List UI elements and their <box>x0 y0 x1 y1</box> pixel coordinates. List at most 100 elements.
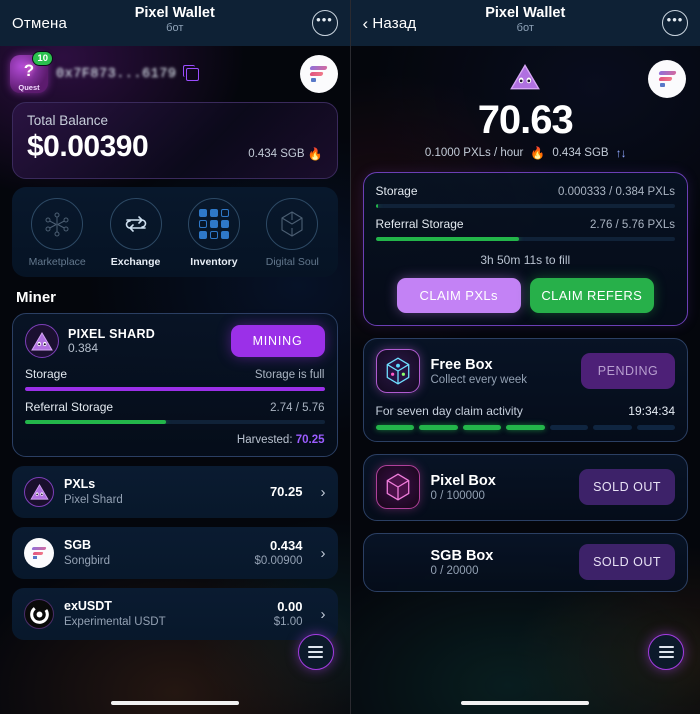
songbird-icon <box>24 538 54 568</box>
activity-timer: 19:34:34 <box>628 404 675 418</box>
telegram-header-right: ‹ Назад Pixel Wallet бот ••• <box>350 0 700 46</box>
back-label: Назад <box>372 14 417 32</box>
claim-refers-button[interactable]: CLAIM REFERS <box>529 278 654 313</box>
avatar[interactable] <box>299 55 338 93</box>
miner-section-title: Miner <box>16 289 57 306</box>
box-subtitle: 0 / 20000 <box>430 564 479 577</box>
pixel-box-icon <box>375 465 420 509</box>
pixel-box-status-button[interactable]: SOLD OUT <box>579 469 675 505</box>
chevron-right-icon[interactable]: › <box>321 545 326 562</box>
activity-label: For seven day claim activity <box>375 404 523 418</box>
token-name: Songbird <box>64 554 111 567</box>
box-title: Free Box <box>430 356 493 373</box>
wallet-address[interactable]: 0x7F873...6179 <box>56 67 176 82</box>
copy-icon[interactable] <box>183 64 200 81</box>
harvested-label: Harvested: <box>236 434 293 446</box>
referral-storage-label: Referral Storage <box>25 400 114 414</box>
referral-storage-value: 2.76 / 5.76 PXLs <box>589 219 675 231</box>
harvested-row: Harvested: 70.25 <box>25 434 325 446</box>
storage-progress-fill <box>25 387 325 391</box>
claim-pxls-button[interactable]: CLAIM PXLs <box>396 278 521 313</box>
token-name: Experimental USDT <box>64 615 166 628</box>
free-box-card: Free Box Collect every week PENDING For … <box>362 338 688 442</box>
seven-day-activity-strip <box>375 425 675 430</box>
action-digital-soul[interactable]: Digital Soul <box>257 198 327 268</box>
storage-label: Storage <box>25 367 68 381</box>
hamburger-menu-icon[interactable] <box>297 634 334 670</box>
token-fiat: $1.00 <box>273 615 303 628</box>
storage-panel: Storage 0.000333 / 0.384 PXLs Referral S… <box>362 172 688 326</box>
day-segment <box>506 425 545 430</box>
storage-progress-fill <box>375 204 379 208</box>
pixel-shard-icon <box>24 477 54 507</box>
referral-storage-value: 2.74 / 5.76 <box>270 402 325 414</box>
harvested-value: 70.25 <box>295 434 325 446</box>
sgb-box-card: SGB Box 0 / 20000 SOLD OUT <box>362 533 688 592</box>
back-button[interactable]: ‹ Назад <box>363 15 417 32</box>
flame-icon: 🔥 <box>530 146 546 160</box>
token-symbol: exUSDT <box>64 599 112 613</box>
referral-progress-bar <box>375 237 675 241</box>
flame-icon: 🔥 <box>307 147 323 161</box>
balance-amount: $0.00390 <box>27 130 149 163</box>
quest-label: Quest <box>18 83 40 92</box>
mining-button[interactable]: MINING <box>230 325 325 357</box>
token-row-pxls[interactable]: PXLs Pixel Shard 70.25 › <box>12 466 338 518</box>
balance-sgb-value: 0.434 SGB <box>248 148 305 160</box>
action-marketplace[interactable]: Marketplace <box>22 198 92 268</box>
token-row-sgb[interactable]: SGB Songbird 0.434 $0.00900 › <box>12 527 338 579</box>
action-exchange[interactable]: Exchange <box>101 198 171 268</box>
more-options-icon[interactable]: ••• <box>311 10 338 36</box>
box-title: SGB Box <box>430 547 494 564</box>
day-segment <box>462 425 501 430</box>
account-row: ? Quest 10 0x7F873...6179 <box>0 46 350 100</box>
home-indicator <box>461 701 590 705</box>
token-name: Pixel Shard <box>64 493 123 506</box>
chevron-right-icon[interactable]: › <box>321 484 326 501</box>
action-label: Inventory <box>190 256 238 268</box>
token-fiat: $0.00900 <box>254 554 303 567</box>
token-value: 0.434 <box>269 537 303 553</box>
referral-progress-fill <box>375 237 520 241</box>
action-label: Marketplace <box>28 256 86 268</box>
miner-amount: 0.384 <box>68 341 99 355</box>
miner-name: PIXEL SHARD <box>68 327 156 341</box>
avatar-stripe <box>309 72 324 76</box>
hamburger-menu-icon[interactable] <box>648 634 684 670</box>
balance-label: Total Balance <box>27 113 109 128</box>
sgb-box-status-button[interactable]: SOLD OUT <box>579 544 675 580</box>
referral-storage-label: Referral Storage <box>375 217 464 231</box>
storage-label: Storage <box>375 184 418 198</box>
free-box-icon <box>375 349 420 393</box>
token-value: 70.25 <box>269 483 303 499</box>
token-row-exusdt[interactable]: exUSDT Experimental USDT 0.00 $1.00 › <box>12 588 338 640</box>
chevron-left-icon: ‹ <box>362 13 369 33</box>
grid-icon <box>187 198 240 250</box>
action-inventory[interactable]: Inventory <box>179 198 249 268</box>
day-segment <box>593 425 632 430</box>
quest-icon[interactable]: ? Quest 10 <box>10 51 53 93</box>
cancel-button[interactable]: Отмена <box>12 15 67 32</box>
storage-value: 0.000333 / 0.384 PXLs <box>557 186 675 198</box>
box-subtitle: Collect every week <box>430 373 528 386</box>
dual-screenshot: Отмена Pixel Wallet бот ••• ? Quest 10 0… <box>0 0 700 714</box>
free-box-status-button[interactable]: PENDING <box>581 353 675 389</box>
storage-value: Storage is full <box>254 369 325 381</box>
pixel-box-card: Pixel Box 0 / 100000 SOLD OUT <box>362 454 688 521</box>
storage-progress-bar <box>25 387 325 391</box>
up-down-arrows-icon[interactable]: ↑↓ <box>616 146 627 160</box>
more-options-icon[interactable]: ••• <box>662 10 688 36</box>
referral-progress-fill <box>25 420 166 424</box>
box-title: Pixel Box <box>430 472 496 489</box>
hero-rate: 0.1000 PXLs / hour <box>424 147 524 159</box>
hero-balance: 70.63 0.1000 PXLs / hour 🔥 0.434 SGB ↑↓ <box>351 46 700 160</box>
action-label: Digital Soul <box>265 256 319 268</box>
box-subtitle: 0 / 100000 <box>430 489 485 502</box>
home-indicator <box>110 701 239 705</box>
day-segment <box>375 425 414 430</box>
chevron-right-icon[interactable]: › <box>321 606 326 623</box>
left-screen: Отмена Pixel Wallet бот ••• ? Quest 10 0… <box>0 0 350 714</box>
avatar[interactable] <box>648 60 686 98</box>
hero-sgb: 0.434 SGB <box>552 147 609 159</box>
cancel-label: Отмена <box>12 14 68 32</box>
